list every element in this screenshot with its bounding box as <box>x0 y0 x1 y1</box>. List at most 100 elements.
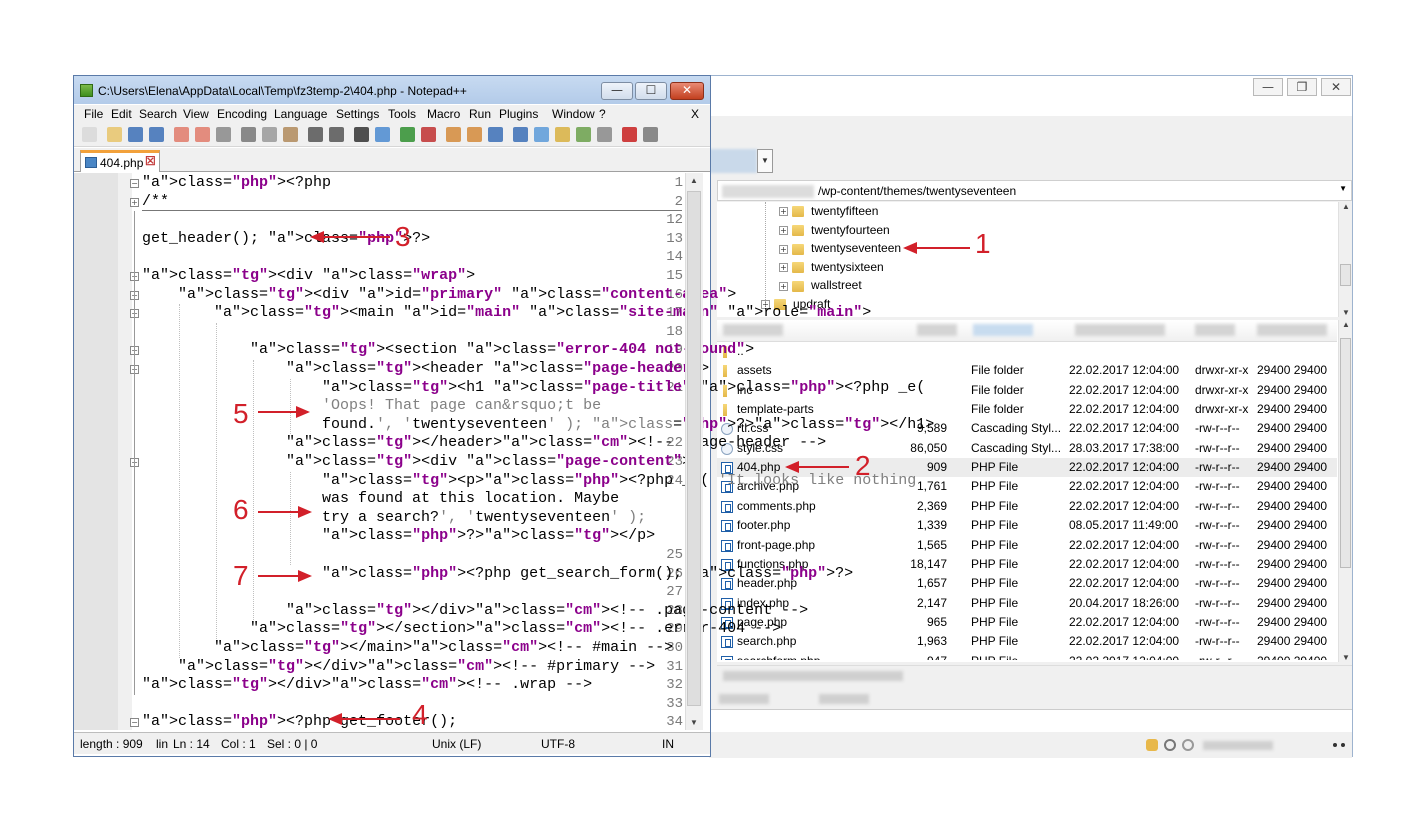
queue-tab-queued[interactable] <box>719 694 769 704</box>
zoom-out-icon[interactable] <box>421 127 436 142</box>
redo-icon[interactable] <box>329 127 344 142</box>
cut-icon[interactable] <box>241 127 256 142</box>
tree-node-twentysixteen[interactable]: + twentysixteen <box>779 258 884 277</box>
fold-toggle-icon[interactable]: − <box>130 179 139 188</box>
fold-toggle-icon[interactable]: − <box>130 718 139 728</box>
code-line[interactable]: "a">class="tg"></div>"a">class="cm"><!--… <box>142 676 592 693</box>
menu-settings[interactable]: Settings <box>336 107 379 121</box>
tree-node-wallstreet[interactable]: + wallstreet <box>779 276 862 295</box>
tab-404-php[interactable]: 404.php ☒ <box>80 150 160 172</box>
chevron-down-icon[interactable]: ▼ <box>1339 184 1347 193</box>
ftp-minimize-button[interactable]: — <box>1253 78 1283 96</box>
scroll-down-icon[interactable]: ▼ <box>1339 653 1353 662</box>
code-line[interactable]: try a search?', 'twentyseventeen' ); <box>142 509 646 526</box>
menu-view[interactable]: View <box>183 107 209 121</box>
column-header-filename[interactable] <box>723 324 783 336</box>
tree-node-twentyseventeen[interactable]: + twentyseventeen <box>779 239 901 258</box>
code-line[interactable]: "a">class="tg"><main "a">id="main" "a">c… <box>142 304 871 321</box>
column-header-filesize[interactable] <box>917 324 957 336</box>
file-row[interactable]: index.php 2,147 PHP File 20.04.2017 18:26:0… <box>717 594 1337 613</box>
paste-icon[interactable] <box>283 127 298 142</box>
fold-toggle-icon[interactable]: + <box>130 197 139 207</box>
expand-icon[interactable]: + <box>779 207 788 217</box>
scroll-up-icon[interactable]: ▲ <box>1339 202 1353 211</box>
undo-icon[interactable] <box>308 127 323 142</box>
menu-run[interactable]: Run <box>469 107 491 121</box>
file-row[interactable]: front-page.php 1,565 PHP File 22.02.2017 12… <box>717 536 1337 555</box>
open-file-icon[interactable] <box>107 127 122 142</box>
code-line[interactable]: "a">class="tg"><section "a">class="error… <box>142 341 754 358</box>
code-line[interactable]: "a">class="php"><?php get_search_form();… <box>142 565 853 582</box>
code-line[interactable]: "a">class="tg"><div "a">id="primary" "a"… <box>142 286 736 303</box>
column-header-permissions[interactable] <box>1195 324 1235 336</box>
code-line[interactable]: /** <box>142 193 169 210</box>
menu-close-document[interactable]: X <box>691 107 699 121</box>
record-macro-icon[interactable] <box>622 127 637 142</box>
expand-icon[interactable]: + <box>779 244 788 254</box>
close-icon[interactable] <box>174 127 189 142</box>
folder-workspace-icon[interactable] <box>576 127 591 142</box>
print-icon[interactable] <box>216 127 231 142</box>
close-button[interactable]: ✕ <box>670 82 704 100</box>
file-row[interactable]: page.php 965 PHP File 22.02.2017 12:04:00 -r… <box>717 613 1337 632</box>
new-file-icon[interactable] <box>82 127 97 142</box>
remote-path-input[interactable]: /wp-content/themes/twentyseventeen <box>818 184 1016 198</box>
show-all-chars-icon[interactable] <box>488 127 503 142</box>
maximize-button[interactable]: ☐ <box>635 82 667 100</box>
quickconnect-dropdown[interactable]: ▼ <box>757 149 773 173</box>
editor-scroll-thumb[interactable] <box>687 191 701 706</box>
tree-scrollbar[interactable]: ▲ ▼ <box>1338 202 1352 317</box>
expand-icon[interactable]: + <box>779 263 788 273</box>
doc-map-icon[interactable] <box>534 127 549 142</box>
zoom-in-icon[interactable] <box>400 127 415 142</box>
monitor-icon[interactable] <box>597 127 612 142</box>
column-header-modified[interactable] <box>1075 324 1165 336</box>
code-line[interactable]: "a">class="tg"></div>"a">class="cm"><!--… <box>142 602 808 619</box>
tree-node-twentyfifteen[interactable]: + twentyfifteen <box>779 202 878 221</box>
menu-language[interactable]: Language <box>274 107 327 121</box>
scroll-down-icon[interactable]: ▼ <box>1339 308 1353 317</box>
expand-icon[interactable]: + <box>779 281 788 291</box>
menu-edit[interactable]: Edit <box>111 107 132 121</box>
function-list-icon[interactable] <box>555 127 570 142</box>
code-line[interactable]: "a">class="tg"></header>"a">class="cm"><… <box>142 434 826 451</box>
save-all-icon[interactable] <box>149 127 164 142</box>
ftp-close-button[interactable]: ✕ <box>1321 78 1351 96</box>
tree-scroll-thumb[interactable] <box>1340 264 1351 286</box>
file-list-scroll-thumb[interactable] <box>1340 338 1351 568</box>
indent-guide-icon[interactable] <box>513 127 528 142</box>
queue-tab-failed[interactable] <box>819 694 869 704</box>
code-line[interactable]: "a">class="tg"><h1 "a">class="page-title… <box>142 379 925 396</box>
file-row[interactable]: comments.php 2,369 PHP File 22.02.2017 12:0… <box>717 497 1337 516</box>
code-line[interactable]: "a">class="php"><?php get_footer(); <box>142 713 457 730</box>
menu-encoding[interactable]: Encoding <box>217 107 267 121</box>
remote-path-bar[interactable]: /wp-content/themes/twentyseventeen ▼ <box>717 180 1352 201</box>
copy-icon[interactable] <box>262 127 277 142</box>
menu-file[interactable]: File <box>84 107 103 121</box>
word-wrap-icon[interactable] <box>467 127 482 142</box>
menu-plugins[interactable]: Plugins <box>499 107 538 121</box>
scroll-down-icon[interactable]: ▼ <box>686 718 702 727</box>
code-line[interactable]: "a">class="tg"><div "a">class="page-cont… <box>142 453 691 470</box>
code-line[interactable]: "a">class="tg"><p>"a">class="php"><?php … <box>142 472 916 489</box>
expand-icon[interactable]: + <box>779 225 788 235</box>
menu-macro[interactable]: Macro <box>427 107 460 121</box>
file-row[interactable]: search.php 1,963 PHP File 22.02.2017 12:04:… <box>717 632 1337 651</box>
code-line[interactable]: found.', 'twentyseventeen' ); "a">class=… <box>142 416 934 433</box>
menu-help[interactable]: ? <box>599 107 606 121</box>
code-line[interactable]: get_header(); "a">class="php">?> <box>142 230 430 247</box>
code-line[interactable]: "a">class="php"><?php <box>142 174 331 191</box>
scroll-up-icon[interactable]: ▲ <box>1339 320 1353 329</box>
replace-icon[interactable] <box>375 127 390 142</box>
code-line[interactable]: was found at this location. Maybe <box>142 490 619 507</box>
close-all-icon[interactable] <box>195 127 210 142</box>
column-header-filetype[interactable] <box>973 324 1033 336</box>
tab-close-icon[interactable]: ☒ <box>145 154 156 168</box>
file-row[interactable]: searchform.php 947 PHP File 22.02.2017 12:0… <box>717 652 1337 660</box>
code-line[interactable]: "a">class="php">?>"a">class="tg"></p> <box>142 527 655 544</box>
file-row[interactable]: footer.php 1,339 PHP File 08.05.2017 11:49:… <box>717 516 1337 535</box>
scroll-up-icon[interactable]: ▲ <box>686 176 702 185</box>
column-header-owner[interactable] <box>1257 324 1327 336</box>
minimize-button[interactable]: — <box>601 82 633 100</box>
code-line[interactable]: "a">class="tg"></main>"a">class="cm"><!-… <box>142 639 673 656</box>
